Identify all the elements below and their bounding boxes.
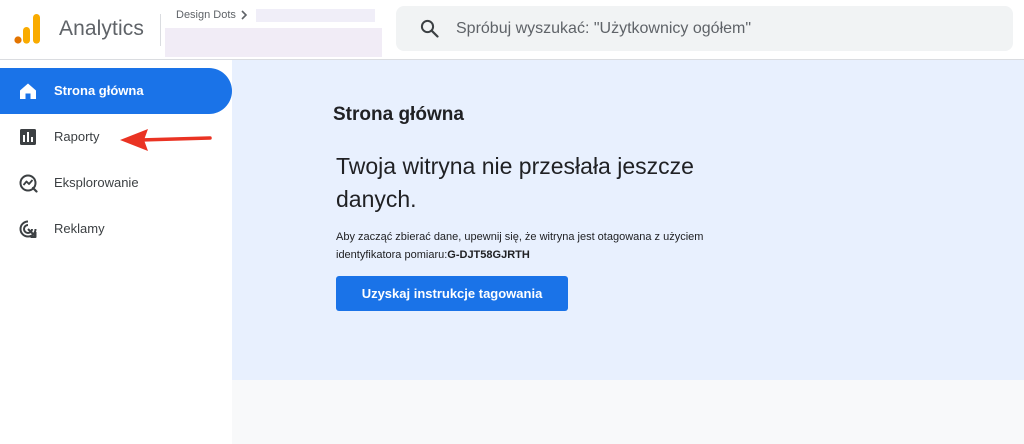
- sidebar-item-label: Strona główna: [54, 83, 144, 98]
- account-name: Design Dots: [176, 9, 236, 21]
- account-selector[interactable]: Design Dots: [176, 9, 248, 21]
- empty-state-description: Aby zacząć zbierać dane, upewnij się, że…: [336, 228, 726, 264]
- search-bar[interactable]: [396, 6, 1013, 51]
- header-divider: [160, 14, 161, 46]
- redacted-property-name: [256, 9, 375, 22]
- sidebar-item-label: Reklamy: [54, 221, 105, 236]
- sidebar-item-ads[interactable]: Reklamy: [0, 206, 232, 252]
- home-icon: [20, 83, 36, 99]
- measurement-id: G-DJT58GJRTH: [447, 249, 530, 261]
- sidebar-item-explore[interactable]: Eksplorowanie: [0, 160, 232, 206]
- main-content: Strona główna Twoja witryna nie przesłał…: [232, 60, 1024, 444]
- get-tagging-instructions-button[interactable]: Uzyskaj instrukcje tagowania: [336, 276, 568, 311]
- top-bar: Analytics Design Dots: [0, 0, 1024, 60]
- sidebar-nav: Strona główna Raporty Eksplorowanie Rekl…: [0, 60, 232, 444]
- sidebar-item-label: Raporty: [54, 129, 100, 144]
- explore-icon: [19, 174, 38, 193]
- analytics-logo-icon[interactable]: [14, 14, 40, 44]
- search-icon: [420, 19, 439, 38]
- page-title: Strona główna: [333, 104, 464, 125]
- annotation-arrow-icon: [120, 129, 212, 151]
- redacted-property-selector[interactable]: [165, 28, 382, 57]
- app-title: Analytics: [59, 17, 144, 40]
- chevron-right-icon: [241, 10, 248, 20]
- empty-state-card: Strona główna Twoja witryna nie przesłał…: [232, 60, 1024, 380]
- ads-icon: [19, 220, 37, 238]
- search-input[interactable]: [456, 6, 996, 51]
- sidebar-item-label: Eksplorowanie: [54, 175, 139, 190]
- analytics-app: Analytics Design Dots Strona główna: [0, 0, 1024, 444]
- sidebar-item-home[interactable]: Strona główna: [0, 68, 232, 114]
- empty-state-headline: Twoja witryna nie przesłała jeszcze dany…: [336, 153, 694, 212]
- bar-chart-icon: [20, 129, 36, 145]
